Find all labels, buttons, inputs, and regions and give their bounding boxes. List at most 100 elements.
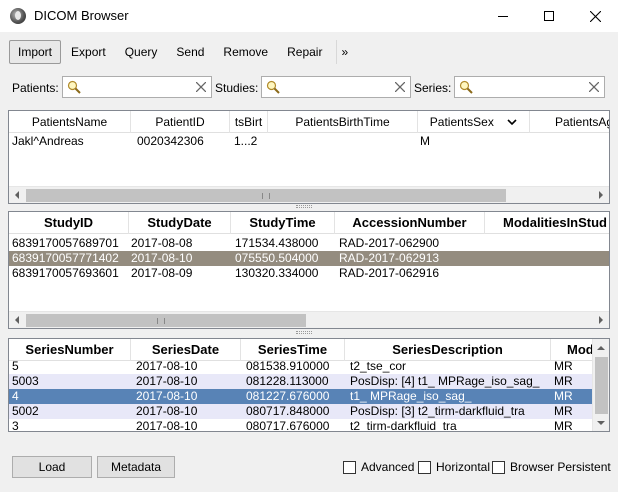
table-row[interactable]: 6839170057771402 2017-08-10 075550.504000 R… <box>9 251 609 266</box>
table-row[interactable]: 5002 2017-08-10 080717.848000 PosDisp: [3] … <box>9 404 609 419</box>
close-button[interactable] <box>572 0 618 32</box>
advanced-checkbox[interactable]: Advanced <box>343 460 414 474</box>
checkbox-box[interactable] <box>418 460 431 474</box>
minimize-button[interactable] <box>480 0 526 32</box>
checkbox-box[interactable] <box>343 460 356 474</box>
table-cell: 081538.910000 <box>246 359 330 373</box>
checkbox-box[interactable] <box>492 460 505 474</box>
search-row: Patients: Studies: Series: <box>0 76 618 100</box>
column-header-patients-birth-date[interactable]: tsBirt <box>230 111 268 133</box>
column-header-series-date[interactable]: SeriesDate <box>131 339 241 361</box>
browser-persistent-label: Browser Persistent <box>510 460 611 474</box>
table-cell: 2017-08-10 <box>136 419 198 432</box>
repair-button[interactable]: Repair <box>278 40 331 64</box>
column-header-series-number[interactable]: SeriesNumber <box>9 339 131 361</box>
patients-search-field[interactable] <box>62 76 212 98</box>
browser-persistent-checkbox[interactable]: Browser Persistent <box>492 460 611 474</box>
table-cell: 5 <box>12 359 19 373</box>
table-cell: MR <box>554 374 573 388</box>
table-row[interactable]: 4 2017-08-10 081227.676000 t1_ MPRage_iso_s… <box>9 389 609 404</box>
load-button[interactable]: Load <box>12 456 92 478</box>
maximize-button[interactable] <box>526 0 572 32</box>
scroll-right-icon[interactable] <box>597 191 605 199</box>
column-header-patient-id[interactable]: PatientID <box>131 111 230 133</box>
column-header-study-date[interactable]: StudyDate <box>129 212 231 234</box>
table-cell: 2017-08-10 <box>131 251 193 265</box>
table-row[interactable]: 3 2017-08-10 080717.676000 t2_tirm-darkflui… <box>9 419 609 432</box>
sort-chevron-down-icon <box>507 119 517 126</box>
patients-search-label: Patients: <box>12 81 59 95</box>
maximize-icon <box>544 11 554 21</box>
metadata-button[interactable]: Metadata <box>97 456 175 478</box>
table-cell <box>489 266 609 281</box>
export-button[interactable]: Export <box>62 40 115 64</box>
column-header-modalities-in-study[interactable]: ModalitiesInStud <box>485 212 609 234</box>
column-header-study-id[interactable]: StudyID <box>9 212 129 234</box>
series-search-field[interactable] <box>454 76 605 98</box>
studies-table-header: StudyID StudyDate StudyTime AccessionNum… <box>9 212 609 234</box>
scroll-up-icon[interactable] <box>597 344 605 352</box>
series-vertical-scrollbar[interactable] <box>592 339 609 431</box>
scroll-thumb[interactable] <box>26 314 306 327</box>
import-button[interactable]: Import <box>9 40 62 64</box>
table-cell: 2017-08-10 <box>136 404 198 418</box>
table-cell: 081228.113000 <box>246 374 329 388</box>
table-cell: 171534.438000 <box>235 236 319 250</box>
cell-patients-name: Jakl^Andreas <box>12 134 84 148</box>
table-cell <box>489 236 609 251</box>
scroll-left-icon[interactable] <box>13 191 21 199</box>
table-cell: MR <box>554 419 573 432</box>
table-cell: t2_tse_cor <box>350 359 407 373</box>
scroll-left-icon[interactable] <box>13 316 21 324</box>
column-header-series-description[interactable]: SeriesDescription <box>345 339 551 361</box>
series-table: SeriesNumber SeriesDate SeriesTime Serie… <box>8 338 610 432</box>
table-cell: 5002 <box>12 404 39 418</box>
patients-table: PatientsName PatientID tsBirt PatientsBi… <box>8 110 610 204</box>
column-header-modality[interactable]: Mod <box>551 339 595 361</box>
title-bar: DICOM Browser <box>0 0 618 32</box>
table-row[interactable]: 5 2017-08-10 081538.910000 t2_tse_cor MR <box>9 359 609 374</box>
studies-table: StudyID StudyDate StudyTime AccessionNum… <box>8 211 610 329</box>
clear-icon[interactable] <box>395 82 405 92</box>
advanced-label: Advanced <box>361 460 415 474</box>
table-row[interactable]: 6839170057693601 2017-08-09 130320.334000 R… <box>9 266 609 281</box>
search-icon <box>266 80 280 94</box>
scroll-thumb[interactable] <box>595 357 608 414</box>
studies-search-field[interactable] <box>261 76 411 98</box>
splitter-handle[interactable] <box>296 331 312 334</box>
studies-horizontal-scrollbar[interactable] <box>9 311 609 328</box>
column-header-patients-sex[interactable]: PatientsSex <box>418 111 530 133</box>
table-cell: 080717.848000 <box>246 404 330 418</box>
toolbar: Import Export Query Send Remove Repair » <box>6 38 352 66</box>
table-cell: 081227.676000 <box>246 389 330 403</box>
clear-icon[interactable] <box>196 82 206 92</box>
table-row[interactable]: Jakl^Andreas 0020342306 1...2 M <box>9 134 609 149</box>
column-header-patients-age[interactable]: PatientsAg <box>530 111 609 133</box>
clear-icon[interactable] <box>589 82 599 92</box>
table-cell: 3 <box>12 419 19 432</box>
column-header-study-time[interactable]: StudyTime <box>231 212 335 234</box>
table-cell: 6839170057689701 <box>12 236 119 250</box>
send-button[interactable]: Send <box>167 40 213 64</box>
table-cell: RAD-2017-062916 <box>339 266 440 280</box>
scroll-down-icon[interactable] <box>597 419 605 427</box>
scroll-thumb[interactable] <box>26 189 506 202</box>
remove-button[interactable]: Remove <box>214 40 277 64</box>
table-cell: RAD-2017-062913 <box>339 251 440 265</box>
column-header-patients-name[interactable]: PatientsName <box>9 111 131 133</box>
splitter-handle[interactable] <box>296 205 312 208</box>
table-row[interactable]: 5003 2017-08-10 081228.113000 PosDisp: [4] … <box>9 374 609 389</box>
table-row[interactable]: 6839170057689701 2017-08-08 171534.438000 R… <box>9 236 609 251</box>
patients-horizontal-scrollbar[interactable] <box>9 186 609 203</box>
query-button[interactable]: Query <box>116 40 167 64</box>
toolbar-overflow-button[interactable]: » <box>336 40 352 64</box>
series-table-header: SeriesNumber SeriesDate SeriesTime Serie… <box>9 339 609 361</box>
column-header-series-time[interactable]: SeriesTime <box>241 339 345 361</box>
column-header-accession-number[interactable]: AccessionNumber <box>335 212 485 234</box>
column-header-patients-birth-time[interactable]: PatientsBirthTime <box>268 111 418 133</box>
horizontal-checkbox[interactable]: Horizontal <box>418 460 490 474</box>
scroll-right-icon[interactable] <box>597 316 605 324</box>
window-title: DICOM Browser <box>34 8 129 23</box>
table-cell: 075550.504000 <box>235 251 319 265</box>
table-cell: MR <box>554 404 573 418</box>
